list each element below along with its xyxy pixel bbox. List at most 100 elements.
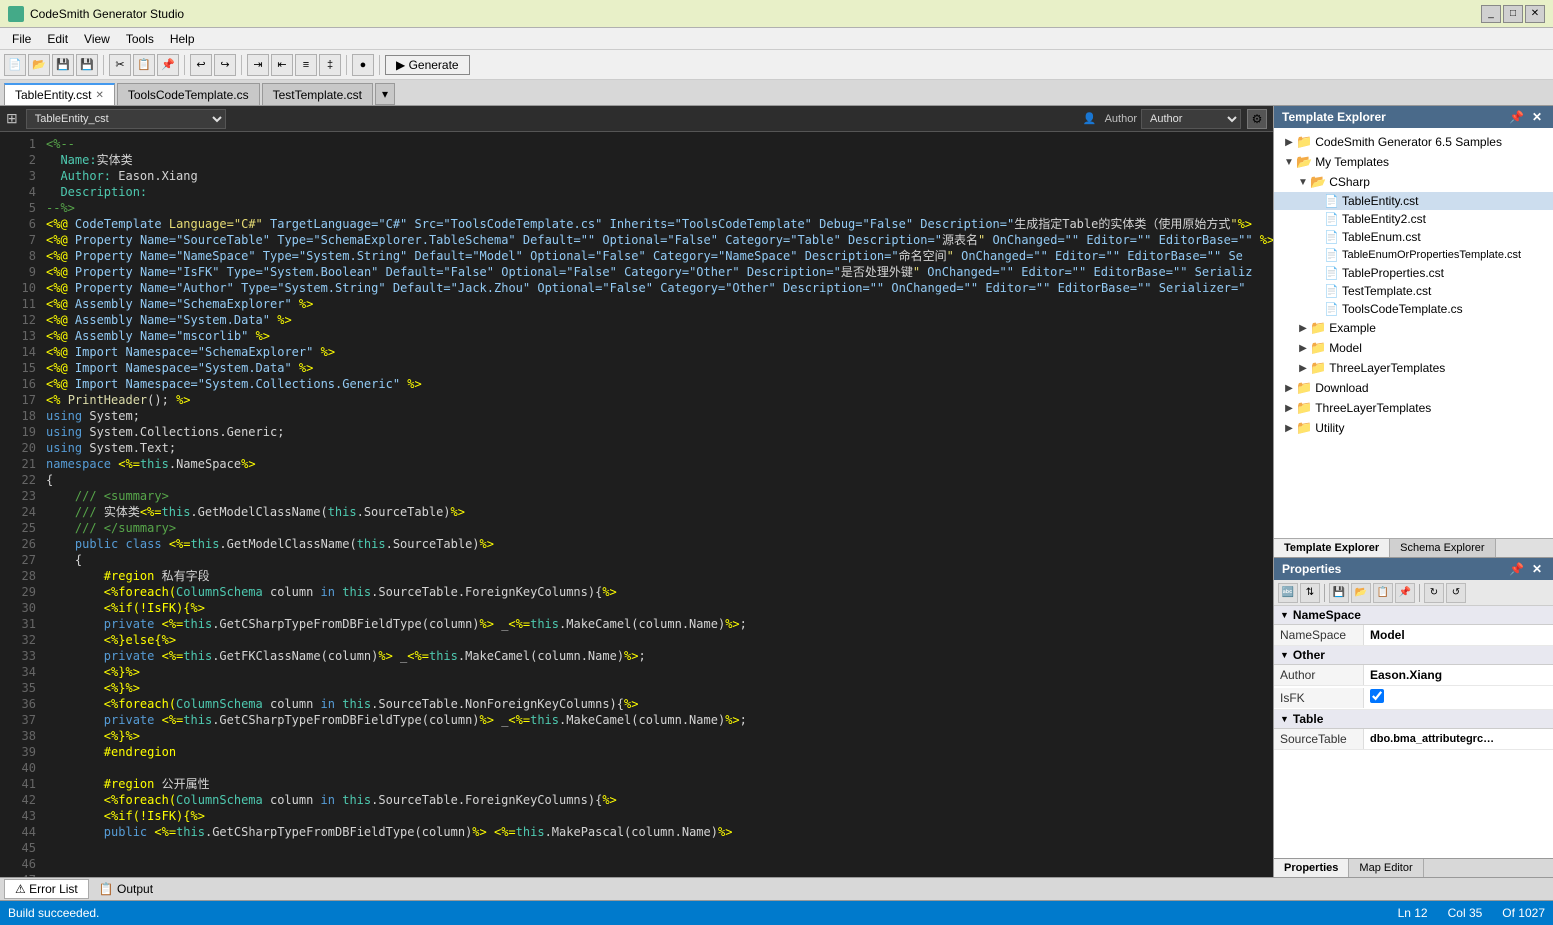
btab-output[interactable]: 📋 Output	[89, 880, 163, 898]
properties-title: Properties	[1282, 562, 1341, 576]
te-close-button[interactable]: ✕	[1529, 110, 1545, 124]
tree-item-threelayer2[interactable]: ▶ 📁 ThreeLayerTemplates	[1274, 398, 1553, 418]
tree-item-tableenumor[interactable]: 📄 TableEnumOrPropertiesTemplate.cst	[1274, 246, 1553, 264]
save-all-button[interactable]: 💾	[76, 54, 98, 76]
tree-toggle-threelayer[interactable]: ▶	[1296, 363, 1310, 374]
tree-item-toolscode[interactable]: 📄 ToolsCodeTemplate.cs	[1274, 300, 1553, 318]
tree-item-threelayer[interactable]: ▶ 📁 ThreeLayerTemplates	[1274, 358, 1553, 378]
minimize-button[interactable]: _	[1481, 5, 1501, 23]
author-selector[interactable]: Author	[1141, 109, 1241, 129]
tree-item-model[interactable]: ▶ 📁 Model	[1274, 338, 1553, 358]
comment-button[interactable]: ‡	[319, 54, 341, 76]
tab-template-explorer[interactable]: Template Explorer	[1274, 539, 1390, 557]
editor-settings-button[interactable]: ⚙	[1247, 109, 1267, 129]
outdent-button[interactable]: ⇤	[271, 54, 293, 76]
tree-item-tableenum[interactable]: 📄 TableEnum.cst	[1274, 228, 1553, 246]
tab-tableentity-close[interactable]: ✕	[95, 90, 103, 101]
prop-btab-properties[interactable]: Properties	[1274, 859, 1349, 877]
close-button[interactable]: ✕	[1525, 5, 1545, 23]
app-icon	[8, 6, 24, 22]
tab-overflow-button[interactable]: ▾	[375, 83, 395, 105]
tab-schema-explorer[interactable]: Schema Explorer	[1390, 539, 1495, 557]
file-testtemplate-icon: 📄	[1324, 284, 1339, 298]
tree-toggle-cgs[interactable]: ▶	[1282, 137, 1296, 148]
menu-file[interactable]: File	[4, 30, 39, 48]
cut-button[interactable]: ✂	[109, 54, 131, 76]
sep4	[346, 55, 347, 75]
open-button[interactable]: 📂	[28, 54, 50, 76]
indent-button[interactable]: ⇥	[247, 54, 269, 76]
copy-button[interactable]: 📋	[133, 54, 155, 76]
btab-errorlist[interactable]: ⚠ Error List	[4, 879, 89, 899]
paste-button[interactable]: 📌	[157, 54, 179, 76]
prop-collapse-namespace[interactable]: ▼	[1280, 610, 1289, 620]
properties-toolbar: 🔤 ⇅ 💾 📂 📋 📌 ↻ ↺	[1274, 580, 1553, 606]
menu-view[interactable]: View	[76, 30, 118, 48]
tree-item-tableentity[interactable]: 📄 TableEntity.cst	[1274, 192, 1553, 210]
save-button[interactable]: 💾	[52, 54, 74, 76]
tree-label-threelayer: ThreeLayerTemplates	[1329, 361, 1445, 375]
tree-item-tableprops[interactable]: 📄 TableProperties.cst	[1274, 264, 1553, 282]
tree-label-testtemplate: TestTemplate.cst	[1342, 284, 1431, 298]
template-selector[interactable]: TableEntity_cst	[26, 109, 226, 129]
prop-save-button[interactable]: 💾	[1329, 583, 1349, 603]
tree-item-mytemplates[interactable]: ▼ 📂 My Templates	[1274, 152, 1553, 172]
prop-btab-mapeditor[interactable]: Map Editor	[1349, 859, 1423, 877]
prop-name-author: Author	[1274, 665, 1364, 685]
maximize-button[interactable]: □	[1503, 5, 1523, 23]
prop-collapse-other[interactable]: ▼	[1280, 650, 1289, 660]
tree-toggle-mytemplates[interactable]: ▼	[1282, 157, 1296, 168]
tab-toolscode[interactable]: ToolsCodeTemplate.cs	[117, 83, 260, 105]
menu-tools[interactable]: Tools	[118, 30, 162, 48]
tree-toggle-model[interactable]: ▶	[1296, 343, 1310, 354]
tree-toggle-utility[interactable]: ▶	[1282, 423, 1296, 434]
prop-az-button[interactable]: ⇅	[1300, 583, 1320, 603]
tree-toggle-threelayer2[interactable]: ▶	[1282, 403, 1296, 414]
tree-toggle-download[interactable]: ▶	[1282, 383, 1296, 394]
prop-paste-button[interactable]: 📌	[1395, 583, 1415, 603]
editor-area: ⊞ TableEntity_cst 👤 Author Author ⚙ 1234…	[0, 106, 1273, 877]
author-label: Author	[1105, 113, 1137, 125]
redo-button[interactable]: ↪	[214, 54, 236, 76]
prop-open-button[interactable]: 📂	[1351, 583, 1371, 603]
tree-toggle-csharp[interactable]: ▼	[1296, 177, 1310, 188]
menu-help[interactable]: Help	[162, 30, 203, 48]
prop-refresh-button[interactable]: ↻	[1424, 583, 1444, 603]
template-explorer-title: Template Explorer	[1282, 110, 1386, 124]
prop-value-sourcetable[interactable]: dbo.bma_attributegrc…	[1364, 730, 1553, 748]
tree-item-download[interactable]: ▶ 📁 Download	[1274, 378, 1553, 398]
prop-sep2	[1419, 584, 1420, 602]
bottom-tabs: ⚠ Error List 📋 Output	[0, 877, 1553, 901]
prop-pin-button[interactable]: 📌	[1506, 562, 1527, 576]
breakpoint-button[interactable]: ●	[352, 54, 374, 76]
tab-tableentity[interactable]: TableEntity.cst ✕	[4, 83, 115, 105]
prop-sort-button[interactable]: 🔤	[1278, 583, 1298, 603]
folder-example-icon: 📁	[1310, 320, 1326, 336]
tree-item-cgs[interactable]: ▶ 📁 CodeSmith Generator 6.5 Samples	[1274, 132, 1553, 152]
code-editor[interactable]: <%-- Name:实体类 Author: Eason.Xiang Descri…	[40, 132, 1273, 877]
undo-button[interactable]: ↩	[190, 54, 212, 76]
tree-item-csharp[interactable]: ▼ 📂 CSharp	[1274, 172, 1553, 192]
prop-copy-button[interactable]: 📋	[1373, 583, 1393, 603]
template-explorer: Template Explorer 📌 ✕ ▶ 📁 CodeSmith Gene…	[1274, 106, 1553, 557]
new-button[interactable]: 📄	[4, 54, 26, 76]
tab-toolscode-label: ToolsCodeTemplate.cs	[128, 88, 249, 102]
te-pin-button[interactable]: 📌	[1506, 110, 1527, 124]
tree-item-testtemplate[interactable]: 📄 TestTemplate.cst	[1274, 282, 1553, 300]
prop-collapse-table[interactable]: ▼	[1280, 714, 1289, 724]
tree-item-utility[interactable]: ▶ 📁 Utility	[1274, 418, 1553, 438]
tree-item-example[interactable]: ▶ 📁 Example	[1274, 318, 1553, 338]
prop-checkbox-isfk[interactable]	[1370, 689, 1384, 703]
tree-item-tableentity2[interactable]: 📄 TableEntity2.cst	[1274, 210, 1553, 228]
generate-button[interactable]: ▶ Generate	[385, 55, 470, 75]
prop-value-namespace[interactable]: Model	[1364, 625, 1553, 645]
tree-toggle-example[interactable]: ▶	[1296, 323, 1310, 334]
properties-header: Properties 📌 ✕	[1274, 558, 1553, 580]
prop-reset-button[interactable]: ↺	[1446, 583, 1466, 603]
format-button[interactable]: ≡	[295, 54, 317, 76]
prop-value-author[interactable]: Eason.Xiang	[1364, 665, 1553, 685]
tab-testtemplate[interactable]: TestTemplate.cst	[262, 83, 373, 105]
prop-close-button[interactable]: ✕	[1529, 562, 1545, 576]
menu-edit[interactable]: Edit	[39, 30, 76, 48]
menu-bar: File Edit View Tools Help	[0, 28, 1553, 50]
